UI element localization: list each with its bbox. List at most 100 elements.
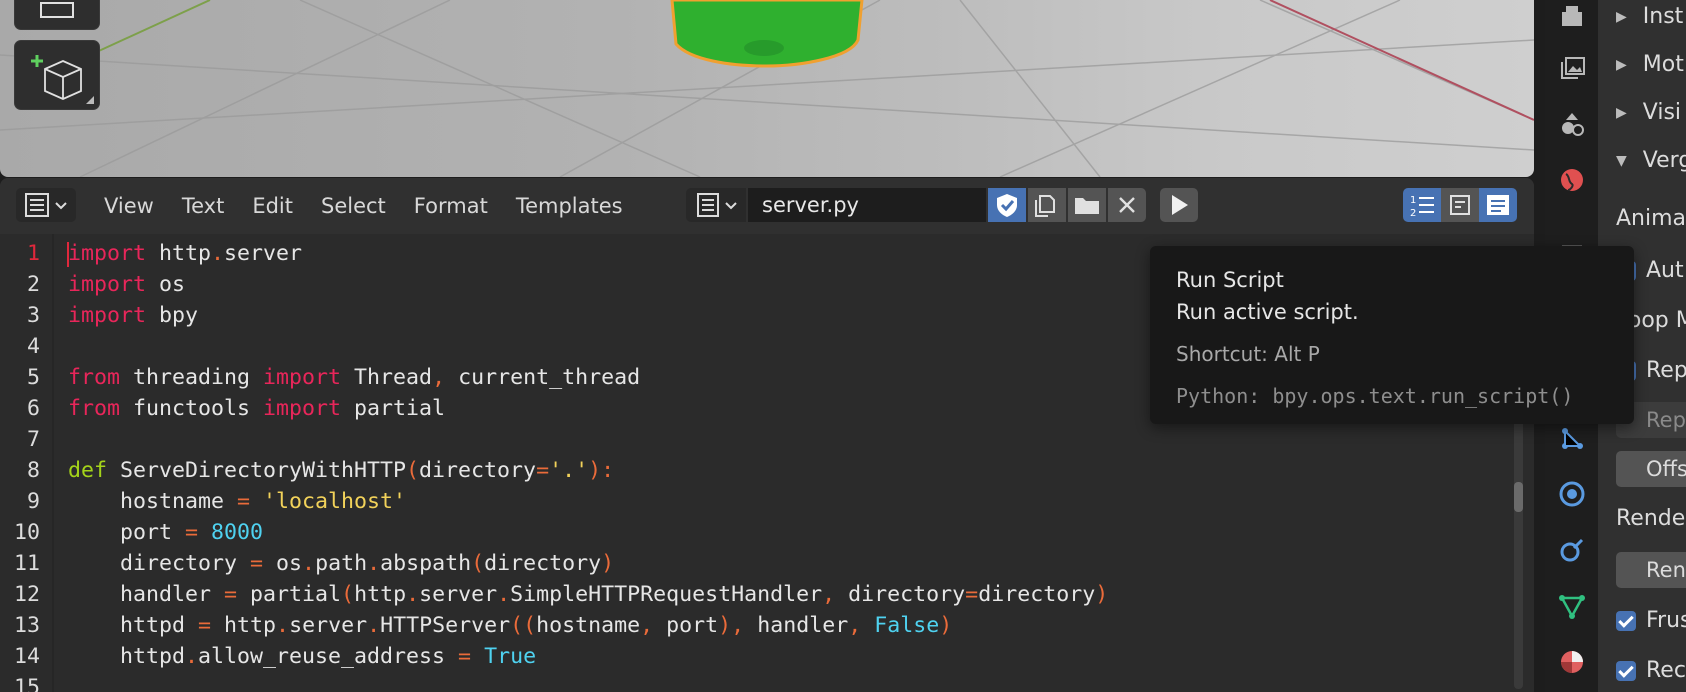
disclosure-right-icon: ▶ <box>1616 9 1627 25</box>
line-number: 13 <box>13 613 40 638</box>
code-text: def ServeDirectoryWithHTTP(directory='.'… <box>68 455 614 486</box>
material-icon <box>1561 651 1583 673</box>
new-text-button[interactable] <box>1028 188 1066 222</box>
tab-constraints[interactable] <box>1550 528 1594 572</box>
code-token: '.' <box>549 458 589 483</box>
line-numbers-toggle[interactable]: 1 2 <box>1403 188 1441 222</box>
code-line[interactable]: 8 def ServeDirectoryWithHTTP(directory='.… <box>0 455 1500 486</box>
svg-text:1: 1 <box>1410 195 1416 206</box>
selected-object <box>670 0 864 68</box>
scrollbar-thumb[interactable] <box>1514 482 1523 512</box>
line-number: 9 <box>26 489 40 514</box>
code-line[interactable]: 10 port = 8000 <box>0 517 1500 548</box>
panel-verge[interactable]: ▼ Verg <box>1616 148 1686 173</box>
unlink-text-button[interactable] <box>1108 188 1146 222</box>
frustum-checkbox[interactable]: Frus <box>1616 608 1686 633</box>
tab-view-layer[interactable] <box>1550 46 1594 90</box>
code-token: ( <box>406 458 420 483</box>
fake-user-button[interactable] <box>988 188 1026 222</box>
scene-icon <box>1562 113 1584 136</box>
code-token: import <box>263 365 342 390</box>
word-wrap-toggle[interactable] <box>1441 188 1479 222</box>
image-stack-icon <box>1561 57 1585 79</box>
code-token: from <box>68 365 121 390</box>
folder-icon <box>1075 198 1099 214</box>
code-text: from functools import partial <box>68 393 445 424</box>
code-token: import <box>68 303 147 328</box>
code-text: import os <box>68 269 185 300</box>
code-line[interactable]: 11 directory = os.path.abspath(directory… <box>0 548 1500 579</box>
code-line[interactable]: 12 handler = partial(http.server.SimpleH… <box>0 579 1500 610</box>
code-text: import bpy <box>68 300 198 331</box>
panel-visibility[interactable]: ▶ Visi <box>1616 100 1681 125</box>
code-token: http <box>211 613 277 638</box>
code-token: directory <box>978 582 1096 607</box>
code-token: allow_reuse_address <box>198 644 459 669</box>
code-text: from threading import Thread, current_th… <box>68 362 640 393</box>
tab-data[interactable] <box>1550 584 1594 628</box>
editor-type-selector[interactable] <box>16 188 76 222</box>
line-number: 10 <box>13 520 40 545</box>
measure-tool-button[interactable] <box>14 0 100 30</box>
tab-output[interactable] <box>1550 0 1594 40</box>
offset-button[interactable]: Offs <box>1616 451 1686 487</box>
code-text: directory = os.path.abspath(directory) <box>68 548 614 579</box>
corner-arrow-icon <box>86 96 94 104</box>
line-number: 11 <box>13 551 40 576</box>
panel-motion-paths[interactable]: ▶ Mot <box>1616 52 1684 77</box>
code-token: directory <box>484 551 602 576</box>
menu-format[interactable]: Format <box>400 194 502 218</box>
code-token: bpy <box>146 303 199 328</box>
panel-instancing[interactable]: ▶ Inst <box>1616 4 1683 29</box>
close-icon <box>1119 197 1135 213</box>
menu-select[interactable]: Select <box>307 194 400 218</box>
scrollbar-track[interactable] <box>1514 399 1523 689</box>
add-cube-icon <box>31 55 82 100</box>
checkbox-checked-icon <box>1616 661 1636 681</box>
code-token: ) <box>939 613 953 638</box>
add-cube-tool-button[interactable] <box>14 40 100 110</box>
render-button[interactable]: Ren <box>1616 552 1686 588</box>
code-token: , <box>432 365 446 390</box>
open-text-button[interactable] <box>1068 188 1106 222</box>
code-token: , <box>640 613 654 638</box>
rec-checkbox[interactable]: Rec <box>1616 658 1686 683</box>
tab-material[interactable] <box>1550 640 1594 684</box>
physics-icon <box>1559 481 1585 507</box>
code-line[interactable]: 14 httpd.allow_reuse_address = True <box>0 641 1500 672</box>
tab-physics[interactable] <box>1550 472 1594 516</box>
run-script-button[interactable] <box>1160 188 1198 222</box>
code-line[interactable]: 15 <box>0 672 1500 692</box>
line-numbers-icon: 1 2 <box>1410 195 1434 218</box>
code-token: directory <box>835 582 966 607</box>
3d-viewport[interactable] <box>0 0 1534 177</box>
menu-edit[interactable]: Edit <box>238 194 307 218</box>
line-number: 12 <box>13 582 40 607</box>
code-token: . <box>276 613 290 638</box>
line-number: 6 <box>26 396 40 421</box>
tab-scene[interactable] <box>1550 102 1594 146</box>
menu-templates[interactable]: Templates <box>502 194 637 218</box>
code-token: . <box>497 582 511 607</box>
code-token: . <box>302 551 316 576</box>
code-token: port <box>653 613 719 638</box>
file-name-field[interactable]: server.py <box>748 188 986 222</box>
line-number: 4 <box>26 334 40 359</box>
svg-text:2: 2 <box>1410 208 1416 218</box>
menu-view[interactable]: View <box>90 194 168 218</box>
menu-text[interactable]: Text <box>168 194 238 218</box>
code-token: = <box>536 458 550 483</box>
panel-label: Inst <box>1642 4 1684 29</box>
text-datablock-selector[interactable] <box>686 188 746 222</box>
code-line[interactable]: 7 <box>0 424 1500 455</box>
syntax-highlight-toggle[interactable] <box>1479 188 1517 222</box>
code-token: http <box>146 241 212 266</box>
code-line[interactable]: 9 hostname = 'localhost' <box>0 486 1500 517</box>
chevron-down-icon <box>55 202 67 210</box>
line-number: 15 <box>13 675 40 692</box>
code-token: directory <box>419 458 537 483</box>
code-token: ) <box>1095 582 1109 607</box>
code-line[interactable]: 13 httpd = http.server.HTTPServer((hostn… <box>0 610 1500 641</box>
tab-world[interactable] <box>1550 158 1594 202</box>
